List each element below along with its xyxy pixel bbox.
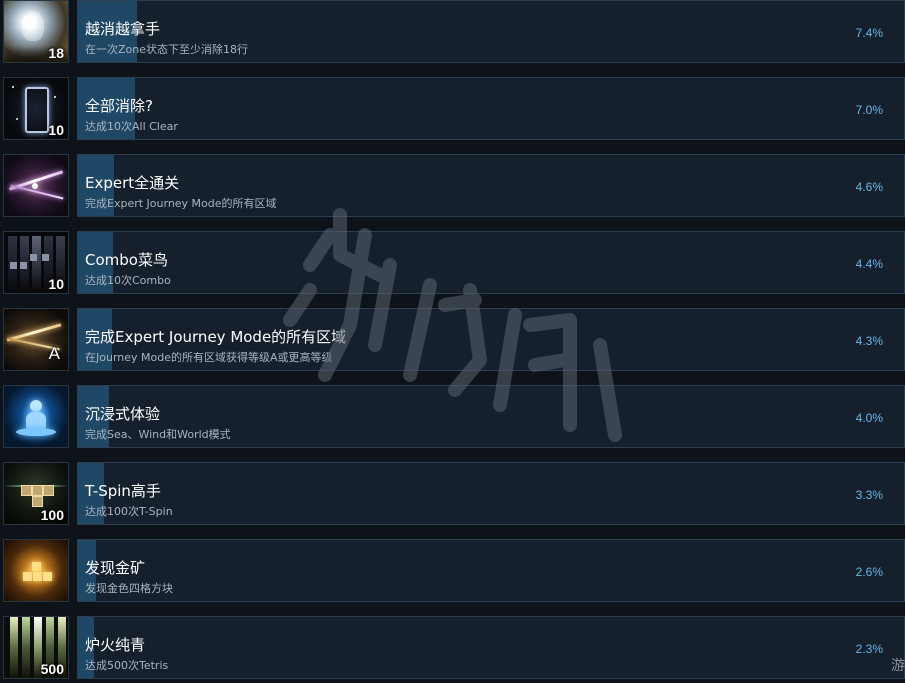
icon-number: 10 bbox=[48, 122, 64, 138]
head-glow-icon: 18 bbox=[3, 0, 69, 63]
achievement-panel: Expert全通关 完成Expert Journey Mode的所有区域 4.6… bbox=[77, 154, 905, 217]
achievement-panel: 全部消除? 达成10次All Clear 7.0% bbox=[77, 77, 905, 140]
achievement-title: 炉火纯青 bbox=[85, 636, 146, 654]
empty-well-icon: 10 bbox=[3, 77, 69, 140]
achievement-panel: Combo菜鸟 达成10次Combo 4.4% bbox=[77, 231, 905, 294]
achievement-row[interactable]: 沉浸式体验 完成Sea、Wind和World模式 4.0% bbox=[0, 385, 905, 452]
icon-number: 18 bbox=[48, 45, 64, 61]
achievement-description: 达成100次T-Spin bbox=[85, 505, 173, 518]
unlock-percent: 4.4% bbox=[855, 257, 883, 271]
achievement-row[interactable]: 10 Combo菜鸟 达成10次Combo 4.4% bbox=[0, 231, 905, 298]
unlock-percent: 2.3% bbox=[855, 642, 883, 656]
gold-tetromino-icon bbox=[3, 539, 69, 602]
meditation-icon bbox=[3, 385, 69, 448]
achievement-title: 沉浸式体验 bbox=[85, 405, 161, 423]
unlock-percent: 7.4% bbox=[855, 26, 883, 40]
achievement-title: Combo菜鸟 bbox=[85, 251, 168, 269]
icon-number: 100 bbox=[40, 507, 64, 523]
achievement-title: 全部消除? bbox=[85, 97, 153, 115]
achievement-panel: T-Spin高手 达成100次T-Spin 3.3% bbox=[77, 462, 905, 525]
icon-number: 500 bbox=[40, 661, 64, 677]
achievement-panel: 完成Expert Journey Mode的所有区域 在Journey Mode… bbox=[77, 308, 905, 371]
achievement-title: 越消越拿手 bbox=[85, 20, 161, 38]
achievement-panel: 发现金矿 发现金色四格方块 2.6% bbox=[77, 539, 905, 602]
achievement-description: 在一次Zone状态下至少消除18行 bbox=[85, 43, 249, 56]
achievement-description: 完成Sea、Wind和World模式 bbox=[85, 428, 231, 441]
achievement-row[interactable]: Expert全通关 完成Expert Journey Mode的所有区域 4.6… bbox=[0, 154, 905, 221]
constellation-grade-icon: A bbox=[3, 308, 69, 371]
achievement-panel: 炉火纯青 达成500次Tetris 2.3% bbox=[77, 616, 905, 679]
achievement-panel: 越消越拿手 在一次Zone状态下至少消除18行 7.4% bbox=[77, 0, 905, 63]
icon-number: A bbox=[48, 344, 60, 363]
unlock-percent: 2.6% bbox=[855, 565, 883, 579]
achievement-row[interactable]: 100 T-Spin高手 达成100次T-Spin 3.3% bbox=[0, 462, 905, 529]
achievement-row[interactable]: 500 炉火纯青 达成500次Tetris 2.3% bbox=[0, 616, 905, 683]
unlock-percent: 3.3% bbox=[855, 488, 883, 502]
achievement-panel: 沉浸式体验 完成Sea、Wind和World模式 4.0% bbox=[77, 385, 905, 448]
constellation-icon bbox=[3, 154, 69, 217]
achievement-description: 在Journey Mode的所有区域获得等级A或更高等级 bbox=[85, 351, 333, 364]
icon-number: 10 bbox=[48, 276, 64, 292]
unlock-percent: 7.0% bbox=[855, 103, 883, 117]
corner-watermark-text: 游 bbox=[891, 658, 905, 674]
achievement-description: 完成Expert Journey Mode的所有区域 bbox=[85, 197, 277, 210]
achievement-description: 达成10次All Clear bbox=[85, 120, 178, 133]
unlock-percent: 4.3% bbox=[855, 334, 883, 348]
achievement-row[interactable]: 发现金矿 发现金色四格方块 2.6% bbox=[0, 539, 905, 606]
achievement-description: 达成10次Combo bbox=[85, 274, 171, 287]
light-columns-icon: 500 bbox=[3, 616, 69, 679]
unlock-percent: 4.6% bbox=[855, 180, 883, 194]
achievement-row[interactable]: A 完成Expert Journey Mode的所有区域 在Journey Mo… bbox=[0, 308, 905, 375]
block-columns-icon: 10 bbox=[3, 231, 69, 294]
achievement-description: 发现金色四格方块 bbox=[85, 582, 173, 595]
achievement-row[interactable]: 18 越消越拿手 在一次Zone状态下至少消除18行 7.4% bbox=[0, 0, 905, 67]
t-piece-icon: 100 bbox=[3, 462, 69, 525]
achievement-title: 完成Expert Journey Mode的所有区域 bbox=[85, 328, 347, 346]
achievement-description: 达成500次Tetris bbox=[85, 659, 169, 672]
achievement-title: Expert全通关 bbox=[85, 174, 180, 192]
achievement-title: T-Spin高手 bbox=[85, 482, 161, 500]
unlock-percent: 4.0% bbox=[855, 411, 883, 425]
achievement-row[interactable]: 10 全部消除? 达成10次All Clear 7.0% bbox=[0, 77, 905, 144]
achievement-title: 发现金矿 bbox=[85, 559, 146, 577]
